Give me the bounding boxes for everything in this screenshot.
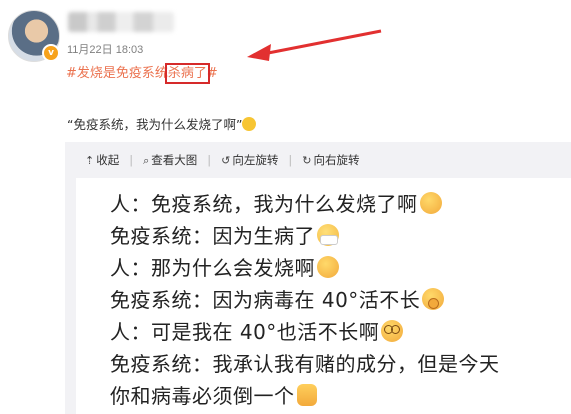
view-large-button[interactable]: ⌕ 查看大图	[143, 152, 197, 168]
rotate-left-label: 向左旋转	[232, 153, 279, 167]
hot-face-emoji-icon	[317, 256, 339, 278]
collapse-label: 收起	[96, 153, 120, 167]
image-line-5: 人：可是我在 40°也活不长啊	[110, 316, 404, 345]
view-large-label: 查看大图	[151, 153, 198, 167]
image-line-4: 免疫系统：因为病毒在 40°活不长	[110, 284, 445, 313]
hot-face-emoji-icon	[419, 192, 442, 214]
hashtag-topic[interactable]: #发烧是免疫系统杀病了#	[66, 62, 218, 84]
rotate-left-button[interactable]: ↺ 向左旋转	[221, 152, 278, 168]
rotate-left-icon: ↺	[221, 154, 231, 167]
image-line-7: 你和病毒必须倒一个	[110, 380, 317, 409]
post-timestamp[interactable]: 11月22日 18:03	[67, 41, 143, 57]
collapse-icon: ⇡	[85, 154, 95, 167]
image-line-2: 免疫系统：因为生病了	[110, 220, 339, 249]
image-toolbar: ⇡ 收起 | ⌕ 查看大图 | ↺ 向左旋转 | ↻ 向右旋转	[85, 152, 360, 168]
mask-face-emoji-icon	[317, 224, 339, 246]
rotate-right-icon: ↻	[302, 154, 312, 167]
rotate-right-label: 向右旋转	[313, 153, 360, 167]
fist-emoji-icon	[296, 384, 317, 406]
image-line-3: 人：那为什么会发烧啊	[110, 252, 339, 281]
image-line-6: 免疫系统：我承认我有赌的成分，但是今天	[110, 352, 500, 376]
collapse-button[interactable]: ⇡ 收起	[85, 152, 119, 168]
hashtag-end: #	[206, 66, 218, 81]
highlighted-hashtag-part: 杀病了	[164, 63, 210, 84]
hashtag-text: #发烧是免疫系统	[66, 66, 168, 81]
yawn-face-emoji-icon	[422, 288, 445, 310]
post-image[interactable]: 人：免疫系统，我为什么发烧了啊 免疫系统：因为生病了 人：那为什么会发烧啊 免疫…	[76, 178, 571, 414]
dizzy-face-emoji-icon	[381, 320, 404, 342]
red-arrow-annotation	[247, 29, 382, 61]
verified-badge-icon: v	[42, 44, 60, 62]
hot-face-emoji-icon	[242, 117, 257, 131]
username-blurred[interactable]	[68, 12, 174, 32]
rotate-right-button[interactable]: ↻ 向右旋转	[302, 152, 359, 168]
post-quote: “免疫系统，我为什么发烧了啊”	[67, 114, 257, 133]
zoom-icon: ⌕	[143, 154, 150, 167]
image-line-1: 人：免疫系统，我为什么发烧了啊	[110, 188, 442, 217]
quote-text: “免疫系统，我为什么发烧了啊”	[67, 117, 243, 132]
